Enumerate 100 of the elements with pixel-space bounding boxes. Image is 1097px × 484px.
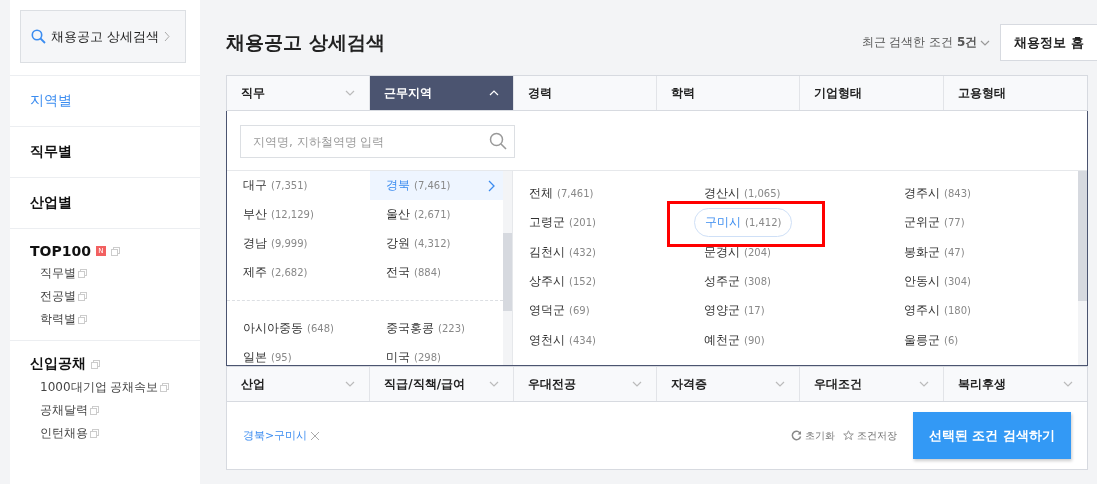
refresh-icon — [790, 430, 802, 441]
district-item[interactable]: 성주군 (308) — [704, 273, 771, 291]
region-name: 경북 — [386, 177, 410, 194]
district-item[interactable]: 영양군 (17) — [704, 302, 765, 320]
star-icon — [842, 430, 854, 441]
district-item[interactable]: 전체 (7,461) — [529, 185, 594, 203]
region-count: (12,129) — [271, 209, 314, 220]
filter-tab[interactable]: 우대조건 — [800, 367, 944, 401]
new-window-icon — [90, 429, 99, 438]
chevron-down-icon — [632, 381, 642, 387]
filter-tab[interactable]: 복리후생 — [943, 367, 1087, 401]
page-title: 채용공고 상세검색 — [226, 29, 385, 55]
detail-search-button[interactable]: 채용공고 상세검색 — [20, 10, 186, 63]
chevron-right-icon — [488, 179, 495, 192]
district-item[interactable]: 영천시 (434) — [529, 331, 596, 349]
filter-tab[interactable]: 우대전공 — [513, 367, 657, 401]
region-item[interactable]: 제주 (2,682) — [227, 258, 370, 287]
new-window-icon — [160, 383, 170, 392]
district-item[interactable]: 고령군 (201) — [529, 214, 596, 232]
chevron-up-icon — [488, 90, 499, 96]
district-item[interactable]: 영주시 (180) — [904, 302, 971, 320]
region-count: (95) — [271, 352, 292, 363]
region-item[interactable]: 전국 (884) — [370, 258, 503, 287]
chevron-right-icon — [164, 31, 171, 42]
region-item[interactable]: 아시아중동 (648) — [227, 314, 370, 343]
region-count: (9,999) — [271, 238, 308, 249]
close-icon[interactable] — [311, 431, 320, 440]
region-count: (884) — [414, 267, 441, 278]
selected-condition-chip[interactable]: 경북>구미시 — [243, 428, 320, 443]
region-name: 아시아중동 — [243, 320, 303, 337]
new-window-icon — [78, 292, 87, 301]
sidebar-link[interactable]: 직무별 — [40, 265, 76, 282]
region-count: (648) — [307, 323, 334, 334]
scrollbar[interactable] — [503, 171, 512, 365]
filter-tab[interactable]: 직급/직책/급여 — [370, 367, 514, 401]
filter-tab[interactable]: 고용형태 — [943, 76, 1087, 110]
region-name: 중국홍콩 — [386, 320, 434, 337]
region-item[interactable]: 중국홍콩 (223) — [370, 314, 503, 343]
sidebar-link[interactable]: 1000대기업 공채속보 — [40, 379, 159, 396]
district-item[interactable]: 김천시 (432) — [529, 243, 596, 261]
district-item[interactable]: 영덕군 (69) — [529, 302, 590, 320]
district-item[interactable]: 상주시 (152) — [529, 273, 596, 291]
district-item[interactable]: 경주시 (843) — [904, 185, 971, 203]
district-item[interactable]: 울릉군 (6) — [904, 331, 959, 349]
filter-tab[interactable]: 기업형태 — [800, 76, 944, 110]
district-item[interactable]: 봉화군 (47) — [904, 243, 965, 261]
region-count: (223) — [438, 323, 465, 334]
region-count: (7,351) — [271, 180, 308, 191]
new-window-icon — [78, 269, 87, 278]
chevron-down-icon — [1063, 381, 1073, 387]
region-name: 경남 — [243, 235, 267, 252]
save-conditions-button[interactable]: 조건저장 — [842, 428, 897, 443]
filter-tab[interactable]: 자격증 — [657, 367, 801, 401]
sidebar-link[interactable]: 전공별 — [40, 288, 76, 305]
filter-tab[interactable]: 경력 — [513, 76, 657, 110]
district-item[interactable]: 예천군 (90) — [704, 331, 765, 349]
region-count: (2,671) — [414, 209, 451, 220]
filter-tab[interactable]: 학력 — [657, 76, 801, 110]
sidebar-menu-item[interactable]: 산업별 — [10, 177, 200, 228]
region-name: 일본 — [243, 349, 267, 365]
chevron-down-icon — [345, 90, 356, 96]
region-name: 미국 — [386, 349, 410, 365]
region-item[interactable]: 일본 (95) — [227, 343, 370, 365]
district-item[interactable]: 군위군 (77) — [904, 214, 965, 232]
chevron-down-icon — [488, 381, 499, 387]
region-item[interactable]: 미국 (298) — [370, 343, 503, 365]
sidebar-link[interactable]: 공채달력 — [40, 402, 88, 419]
chevron-down-icon — [345, 381, 356, 387]
new-window-icon — [91, 359, 100, 369]
region-item[interactable]: 경남 (9,999) — [227, 229, 370, 258]
new-window-icon — [110, 246, 120, 256]
reset-button[interactable]: 초기화 — [790, 428, 835, 443]
region-count: (2,682) — [271, 267, 308, 278]
region-name: 전국 — [386, 264, 410, 281]
filter-tab[interactable]: 근무지역 — [370, 76, 514, 110]
filter-tab[interactable]: 직무 — [227, 76, 371, 110]
region-name: 대구 — [243, 177, 267, 194]
sidebar-link[interactable]: 인턴채용 — [40, 425, 88, 442]
region-item[interactable]: 울산 (2,671) — [370, 200, 503, 229]
chevron-down-icon — [775, 381, 786, 387]
sidebar-link[interactable]: 학력별 — [40, 311, 76, 328]
recent-searches-toggle[interactable]: 최근 검색한 조건 5건 — [861, 34, 991, 51]
district-item[interactable]: 경산시 (1,065) — [704, 185, 781, 203]
region-item[interactable]: 대구 (7,351) — [227, 171, 370, 200]
region-search-field[interactable]: 지역명, 지하철역명 입력 — [240, 125, 515, 158]
new-window-icon — [90, 406, 99, 415]
jobs-home-button[interactable]: 채용정보 홈 — [1000, 24, 1097, 61]
district-item[interactable]: 안동시 (304) — [904, 273, 971, 291]
region-count: (7,461) — [414, 180, 451, 191]
sidebar-section-title[interactable]: TOP100 — [30, 243, 91, 259]
search-icon — [31, 29, 46, 44]
sidebar-section-title[interactable]: 신입공채 — [30, 355, 86, 373]
filter-tab[interactable]: 산업 — [227, 367, 371, 401]
region-item[interactable]: 부산 (12,129) — [227, 200, 370, 229]
district-item[interactable]: 문경시 (204) — [704, 243, 771, 261]
sidebar-menu-item[interactable]: 직무별 — [10, 126, 200, 177]
region-item[interactable]: 강원 (4,312) — [370, 229, 503, 258]
scrollbar[interactable] — [1078, 171, 1087, 365]
region-name: 부산 — [243, 206, 267, 223]
search-icon — [489, 132, 507, 150]
